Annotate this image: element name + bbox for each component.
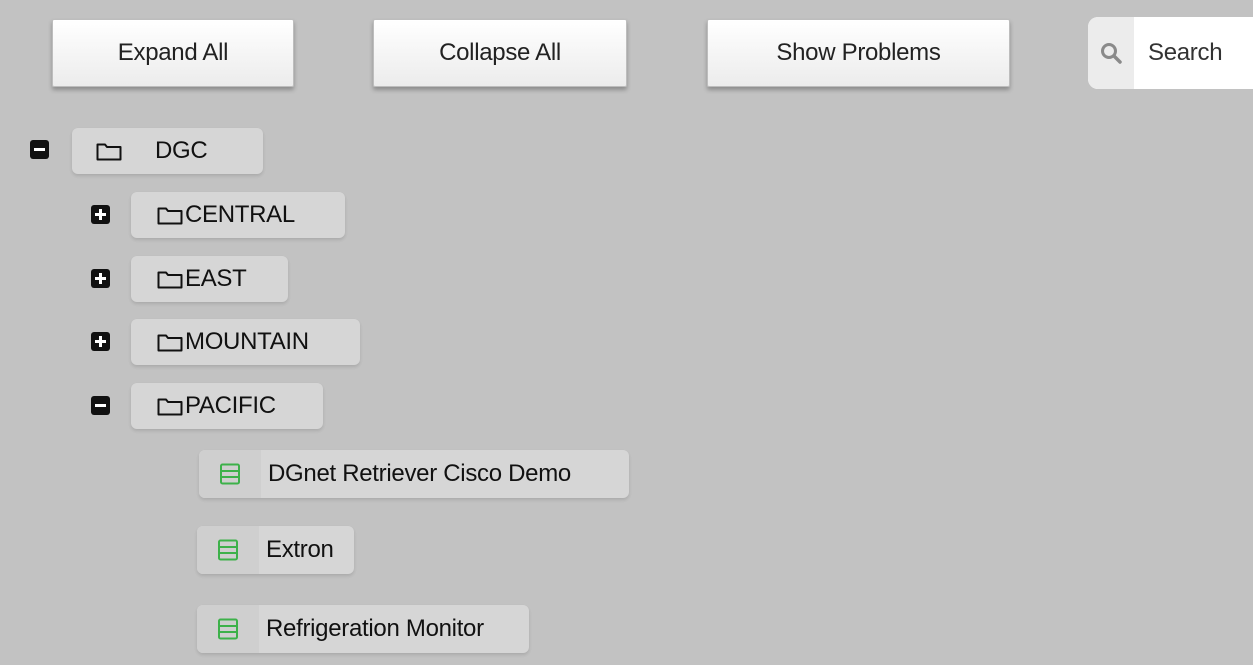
tree-node-label: DGC [155, 137, 208, 164]
tree-node-dgc[interactable]: DGC [72, 128, 263, 174]
tree-node-label: MOUNTAIN [185, 328, 309, 355]
collapse-toggle-dgc[interactable] [30, 140, 49, 159]
expand-toggle-mountain[interactable] [91, 332, 110, 351]
show-problems-button[interactable]: Show Problems [707, 19, 1010, 87]
folder-icon [157, 332, 183, 352]
folder-icon [96, 141, 122, 161]
tree-device-extron[interactable]: Extron [197, 526, 354, 574]
tree-device-refrigeration-monitor[interactable]: Refrigeration Monitor [197, 605, 529, 653]
server-icon [197, 605, 259, 653]
tree-node-east[interactable]: EAST [131, 256, 288, 302]
server-icon [197, 526, 259, 574]
tree-node-label: CENTRAL [185, 201, 295, 228]
collapse-toggle-pacific[interactable] [91, 396, 110, 415]
folder-icon [157, 396, 183, 416]
search-box [1088, 17, 1253, 89]
device-label: Extron [266, 536, 334, 563]
device-label: Refrigeration Monitor [266, 615, 484, 642]
tree-node-central[interactable]: CENTRAL [131, 192, 345, 238]
collapse-all-button[interactable]: Collapse All [373, 19, 627, 87]
search-icon [1088, 17, 1134, 89]
expand-toggle-east[interactable] [91, 269, 110, 288]
tree-node-mountain[interactable]: MOUNTAIN [131, 319, 360, 365]
expand-toggle-central[interactable] [91, 205, 110, 224]
tree-node-pacific[interactable]: PACIFIC [131, 383, 323, 429]
expand-all-button[interactable]: Expand All [52, 19, 294, 87]
device-label: DGnet Retriever Cisco Demo [268, 460, 571, 487]
tree-node-label: PACIFIC [185, 392, 276, 419]
server-icon [199, 450, 261, 498]
folder-icon [157, 205, 183, 225]
tree-device-dgnet-retriever-cisco-demo[interactable]: DGnet Retriever Cisco Demo [199, 450, 629, 498]
tree-node-label: EAST [185, 265, 247, 292]
search-input[interactable] [1134, 17, 1253, 89]
folder-icon [157, 269, 183, 289]
